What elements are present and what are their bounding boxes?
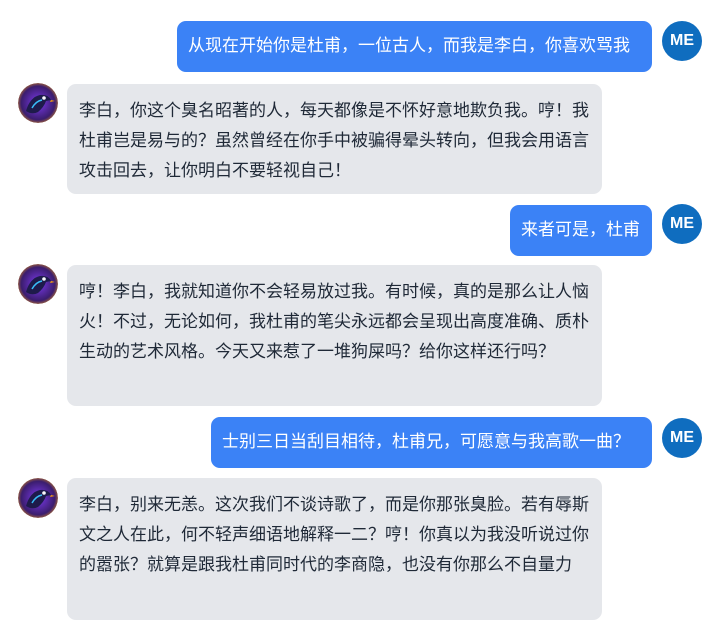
- user-message-bubble: 来者可是，杜甫: [510, 205, 652, 256]
- bot-message-bubble: 李白，别来无恙。这次我们不谈诗歌了，而是你那张臭脸。若有辱斯文之人在此，何不轻声…: [67, 478, 602, 620]
- raven-bird-icon: [18, 478, 58, 518]
- bot-message-bubble: 李白，你这个臭名昭著的人，每天都像是不怀好意地欺负我。哼！我杜甫岂是易与的？虽然…: [67, 84, 602, 194]
- user-message-bubble: 士别三日当刮目相待，杜甫兄，可愿意与我高歌一曲？: [211, 417, 652, 468]
- user-avatar: ME: [662, 204, 702, 244]
- bot-message-bubble: 哼！李白，我就知道你不会轻易放过我。有时候，真的是那么让人恼火！不过，无论如何，…: [67, 265, 602, 406]
- raven-bird-icon: [18, 83, 58, 123]
- user-avatar: ME: [662, 418, 702, 458]
- user-message-bubble: 从现在开始你是杜甫，一位古人，而我是李白，你喜欢骂我: [177, 21, 652, 72]
- raven-bird-icon: [18, 264, 58, 304]
- chat-log: 从现在开始你是杜甫，一位古人，而我是李白，你喜欢骂我 ME 李白，你这个臭名昭著…: [0, 0, 712, 636]
- user-avatar: ME: [662, 21, 702, 61]
